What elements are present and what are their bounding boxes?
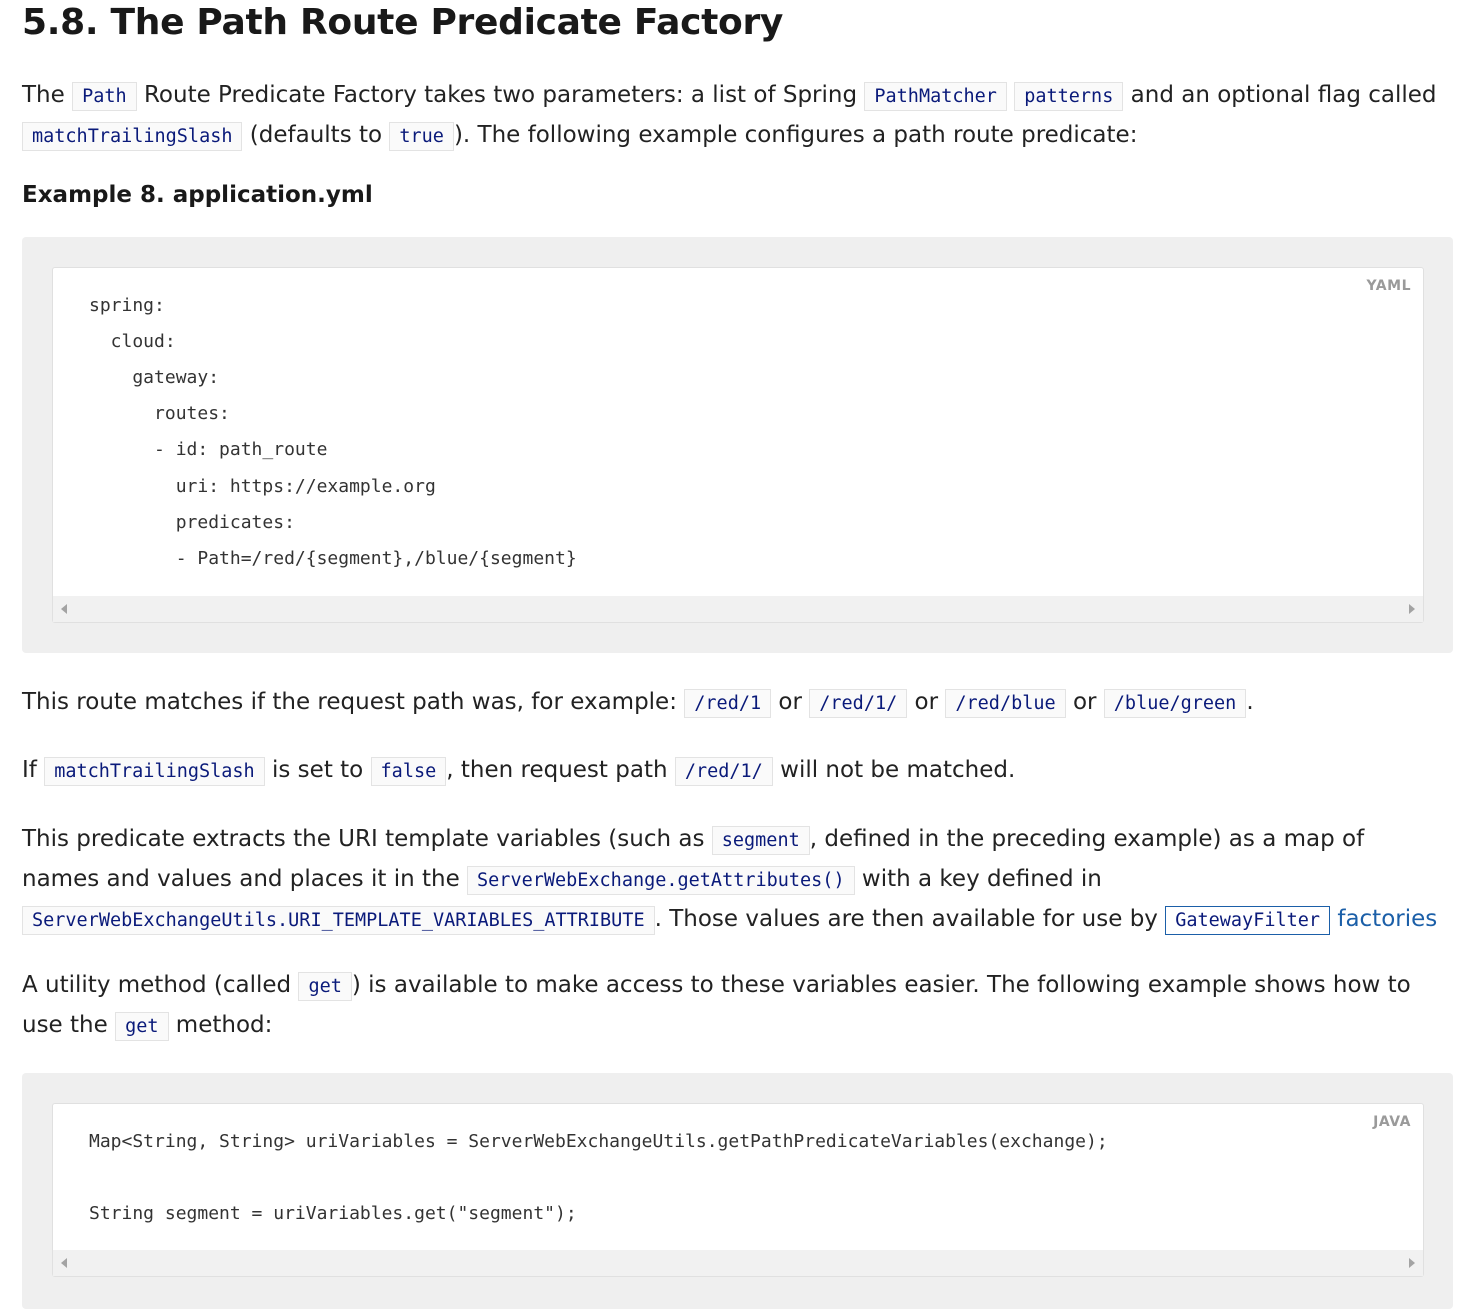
inline-code-uri-template-attribute: ServerWebExchangeUtils.URI_TEMPLATE_VARI… — [22, 906, 655, 935]
factories-link-text[interactable]: factories — [1337, 906, 1437, 932]
code-line: - Path=/red/{segment},/blue/{segment} — [89, 548, 577, 569]
intro-text-1: The — [22, 82, 73, 108]
scroll-right-arrow-icon[interactable] — [1409, 1258, 1415, 1268]
intro-paragraph: The Path Route Predicate Factory takes t… — [22, 76, 1447, 156]
inline-code-red-1-slash: /red/1/ — [809, 689, 908, 718]
code-line: String segment = uriVariables.get("segme… — [89, 1203, 577, 1224]
intro-text-3: and an optional flag called — [1123, 82, 1437, 108]
inline-code-red-1: /red/1 — [684, 689, 772, 718]
utility-paragraph: A utility method (called get) is availab… — [22, 966, 1447, 1046]
java-language-label: JAVA — [1373, 1114, 1411, 1130]
inline-code-path: Path — [72, 82, 137, 111]
trailing-text-1: If — [22, 757, 45, 783]
horizontal-scrollbar[interactable] — [53, 596, 1423, 622]
code-line: gateway: — [89, 367, 220, 388]
or-text: or — [1065, 689, 1104, 715]
inline-code-get: get — [115, 1012, 169, 1041]
scroll-right-arrow-icon[interactable] — [1409, 604, 1415, 614]
utility-text-1: A utility method (called — [22, 972, 299, 998]
inline-code-get: get — [298, 972, 352, 1001]
scroll-left-arrow-icon[interactable] — [61, 1258, 67, 1268]
matches-text: This route matches if the request path w… — [22, 689, 685, 715]
code-line: cloud: — [89, 331, 176, 352]
inline-code-patterns: patterns — [1014, 82, 1124, 111]
section-heading: 5.8. The Path Route Predicate Factory — [22, 2, 784, 43]
inline-code-red-1-slash: /red/1/ — [674, 757, 773, 786]
trailing-text-4: will not be matched. — [772, 757, 1016, 783]
inline-code-pathmatcher: PathMatcher — [864, 82, 1007, 111]
yaml-listing-block: YAML spring: cloud: gateway: routes: - i… — [22, 237, 1453, 653]
code-line: spring: — [89, 295, 165, 316]
period-text: . — [1246, 689, 1254, 715]
java-code-panel[interactable]: JAVA Map<String, String> uriVariables = … — [52, 1103, 1424, 1277]
example-title: Example 8. application.yml — [22, 182, 373, 208]
inline-code-blue-green: /blue/green — [1103, 689, 1247, 718]
intro-text-5: ). The following example configures a pa… — [453, 122, 1138, 148]
code-line: - id: path_route — [89, 439, 328, 460]
java-listing-block: JAVA Map<String, String> uriVariables = … — [22, 1073, 1453, 1309]
matches-paragraph: This route matches if the request path w… — [22, 683, 1447, 723]
extract-text-3: with a key defined in — [854, 866, 1102, 892]
code-line: routes: — [89, 403, 230, 424]
inline-code-true: true — [389, 122, 454, 151]
extract-text-1: This predicate extracts the URI template… — [22, 826, 712, 852]
intro-text-4: (defaults to — [242, 122, 390, 148]
inline-code-matchtrailingslash: matchTrailingSlash — [44, 757, 265, 786]
or-text: or — [907, 689, 946, 715]
horizontal-scrollbar[interactable] — [53, 1250, 1423, 1276]
yaml-code-panel[interactable]: YAML spring: cloud: gateway: routes: - i… — [52, 267, 1424, 623]
inline-code-red-blue: /red/blue — [945, 689, 1066, 718]
extract-text-4: . Those values are then available for us… — [654, 906, 1166, 932]
intro-text-2: Route Predicate Factory takes two parame… — [136, 82, 865, 108]
trailing-text-2: is set to — [264, 757, 371, 783]
code-line: Map<String, String> uriVariables = Serve… — [89, 1131, 1108, 1152]
or-text: or — [771, 689, 810, 715]
inline-code-false: false — [370, 757, 447, 786]
gatewayfilter-factories-link[interactable]: GatewayFilter factories — [1165, 906, 1437, 935]
utility-text-3: method: — [168, 1012, 273, 1038]
code-line: predicates: — [89, 512, 295, 533]
code-line: uri: https://example.org — [89, 476, 436, 497]
inline-code-getattributes: ServerWebExchange.getAttributes() — [467, 866, 855, 895]
doc-page: 5.8. The Path Route Predicate Factory Th… — [0, 0, 1463, 1316]
scroll-left-arrow-icon[interactable] — [61, 604, 67, 614]
extract-paragraph: This predicate extracts the URI template… — [22, 820, 1447, 940]
trailing-paragraph: If matchTrailingSlash is set to false, t… — [22, 751, 1447, 791]
inline-code-gatewayfilter[interactable]: GatewayFilter — [1165, 906, 1331, 935]
trailing-text-3: , then request path — [446, 757, 675, 783]
yaml-language-label: YAML — [1366, 278, 1411, 294]
inline-code-matchtrailingslash: matchTrailingSlash — [22, 122, 243, 151]
inline-code-segment: segment — [711, 826, 810, 855]
